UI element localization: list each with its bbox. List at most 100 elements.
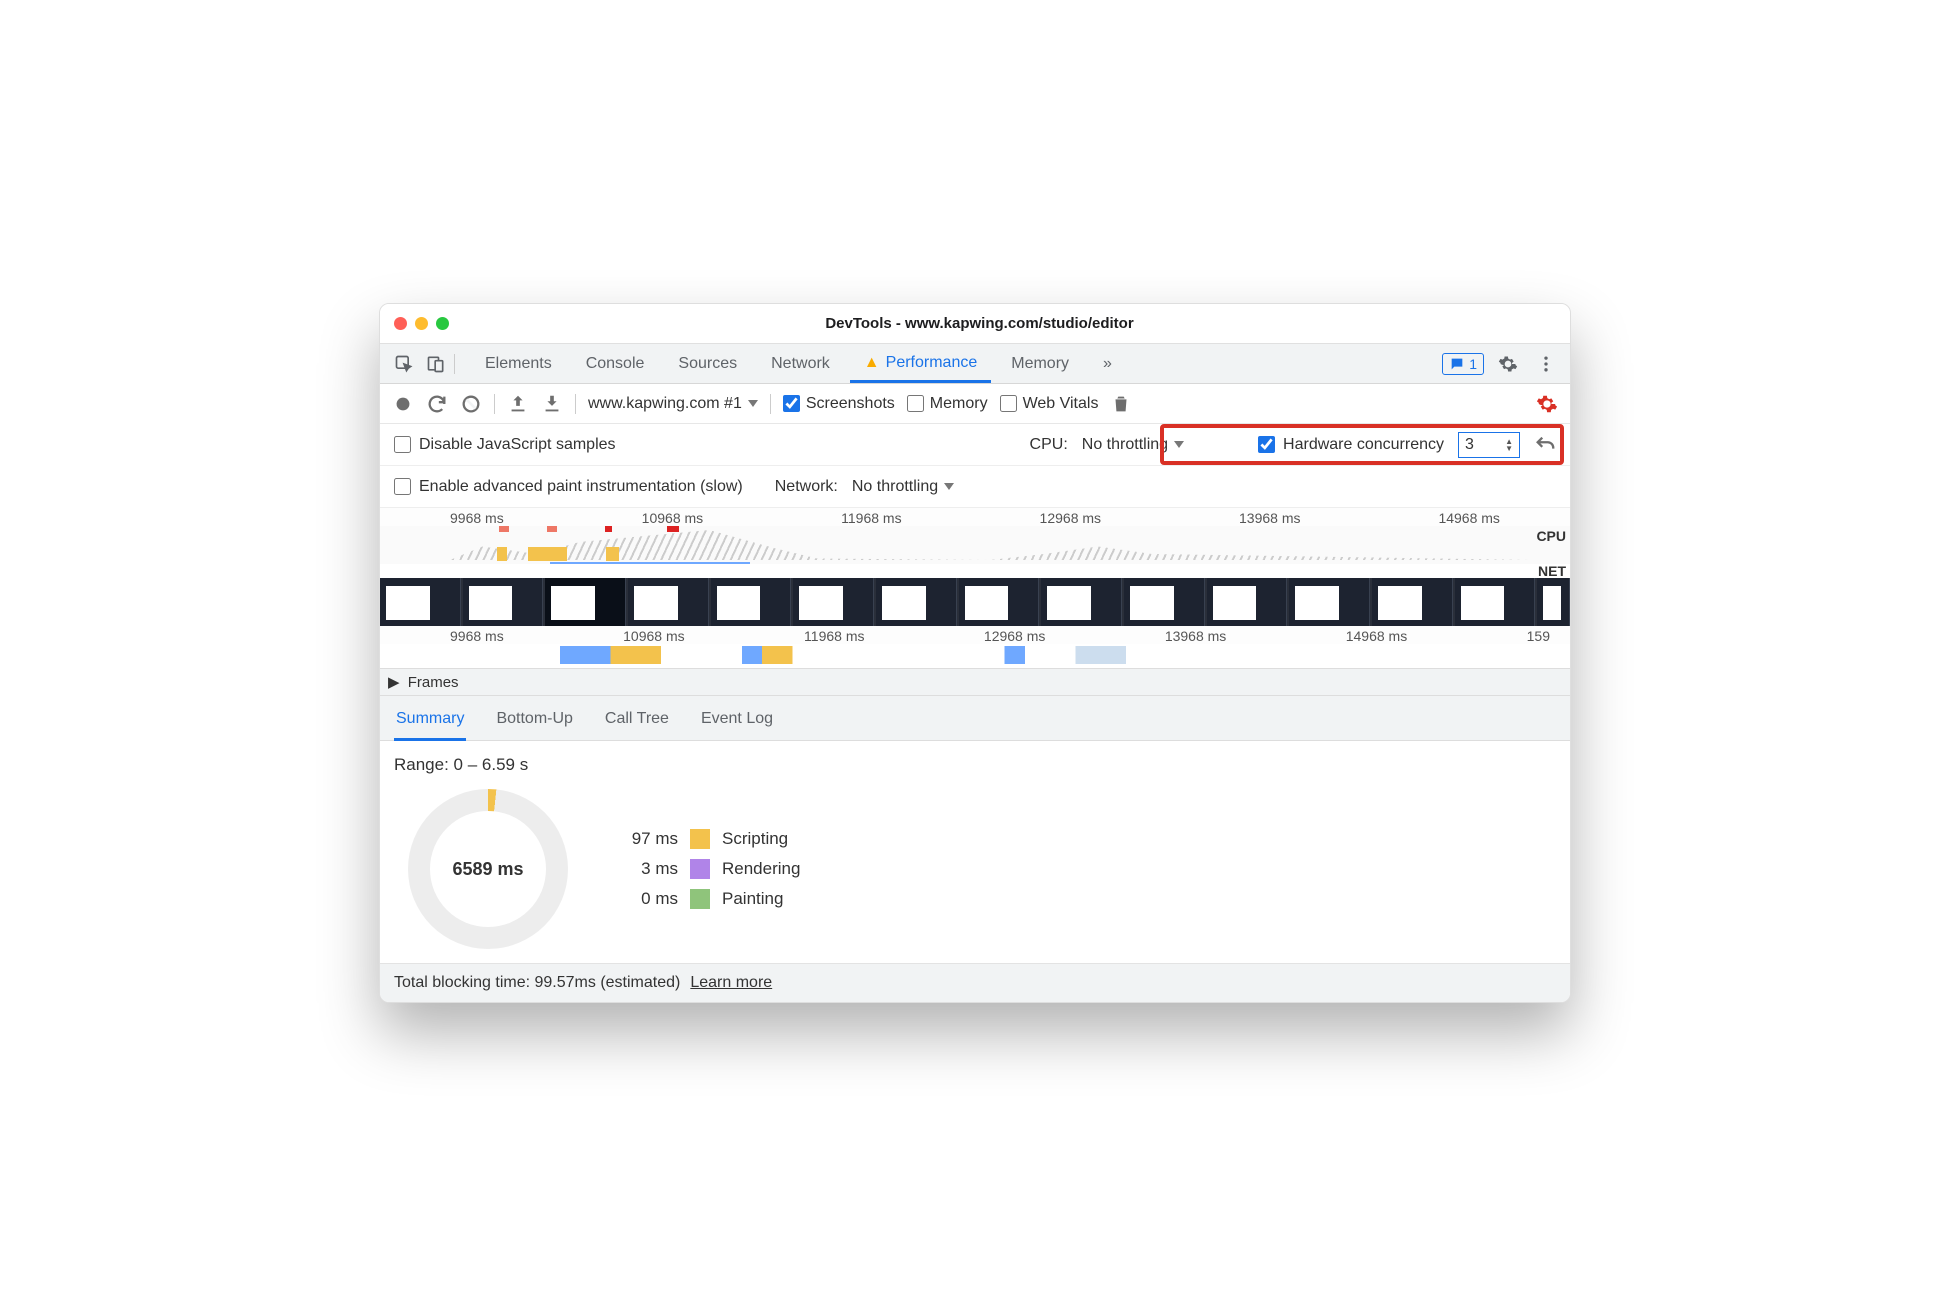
details-tabs: Summary Bottom-Up Call Tree Event Log: [380, 696, 1570, 741]
filmstrip-frame[interactable]: [1041, 578, 1122, 626]
tab-network[interactable]: Network: [757, 346, 844, 382]
minimize-window-icon[interactable]: [415, 317, 428, 330]
settings-gear-icon[interactable]: [1494, 350, 1522, 378]
network-throttle-select[interactable]: No throttling: [852, 478, 954, 496]
advanced-paint-checkbox[interactable]: Enable advanced paint instrumentation (s…: [394, 478, 743, 496]
issues-count: 1: [1469, 356, 1477, 372]
filmstrip-frame[interactable]: [1537, 578, 1570, 626]
cpu-throttle-label: CPU:: [1030, 436, 1068, 454]
traffic-lights: [394, 317, 449, 330]
summary-panel: Range: 0 – 6.59 s 6589 ms 97 ms Scriptin…: [380, 741, 1570, 963]
capture-settings-row-1: Disable JavaScript samples CPU: No throt…: [380, 424, 1570, 466]
chevron-down-icon: [748, 400, 758, 407]
tab-elements[interactable]: Elements: [471, 346, 566, 382]
status-bar: Total blocking time: 99.57ms (estimated)…: [380, 963, 1570, 1002]
flamechart-tracks[interactable]: [380, 644, 1570, 668]
filmstrip-frame[interactable]: [1207, 578, 1288, 626]
summary-legend: 97 ms Scripting 3 ms Rendering 0 ms Pain…: [618, 829, 800, 909]
stepper-arrows-icon[interactable]: ▲▼: [1505, 438, 1513, 452]
titlebar: DevTools - www.kapwing.com/studio/editor: [380, 304, 1570, 344]
swatch-icon: [690, 859, 710, 879]
separator: [494, 394, 495, 414]
tab-performance[interactable]: ▲ Performance: [850, 346, 991, 383]
filmstrip-frame[interactable]: [545, 578, 626, 626]
chevron-down-icon: [944, 483, 954, 490]
webvitals-checkbox[interactable]: Web Vitals: [1000, 395, 1099, 413]
close-window-icon[interactable]: [394, 317, 407, 330]
record-icon[interactable]: [392, 393, 414, 415]
legend-row-scripting: 97 ms Scripting: [618, 829, 800, 849]
issues-badge[interactable]: 1: [1442, 353, 1484, 375]
filmstrip-frame[interactable]: [1372, 578, 1453, 626]
overview-net-lane: NET: [380, 564, 1570, 578]
clear-icon[interactable]: [460, 393, 482, 415]
capture-settings-row-2: Enable advanced paint instrumentation (s…: [380, 466, 1570, 508]
range-label: Range: 0 – 6.59 s: [394, 755, 1556, 775]
filmstrip-frame[interactable]: [628, 578, 709, 626]
target-select-label: www.kapwing.com #1: [588, 395, 742, 413]
filmstrip-frame[interactable]: [876, 578, 957, 626]
trash-icon[interactable]: [1110, 393, 1132, 415]
filmstrip-frame[interactable]: [711, 578, 792, 626]
capture-settings-gear-icon[interactable]: [1536, 393, 1558, 415]
frames-track-header[interactable]: ▶ Frames: [380, 668, 1570, 695]
cpu-lane-label: CPU: [1536, 528, 1566, 544]
chevron-down-icon: [1174, 441, 1184, 448]
net-lane-label: NET: [1538, 563, 1566, 579]
screenshots-checkbox[interactable]: Screenshots: [783, 395, 895, 413]
filmstrip-frame[interactable]: [1455, 578, 1536, 626]
tab-console[interactable]: Console: [572, 346, 659, 382]
expand-icon: ▶: [388, 673, 400, 691]
more-menu-icon[interactable]: [1532, 350, 1560, 378]
network-throttle-label: Network:: [775, 478, 838, 496]
separator: [770, 394, 771, 414]
legend-row-rendering: 3 ms Rendering: [618, 859, 800, 879]
perf-toolbar: www.kapwing.com #1 Screenshots Memory We…: [380, 384, 1570, 424]
panel-tabs: Elements Console Sources Network ▲ Perfo…: [471, 346, 1126, 382]
total-blocking-time: Total blocking time: 99.57ms (estimated): [394, 974, 680, 992]
filmstrip-frame[interactable]: [380, 578, 461, 626]
learn-more-link[interactable]: Learn more: [690, 974, 772, 992]
tab-summary[interactable]: Summary: [394, 704, 466, 741]
swatch-icon: [690, 829, 710, 849]
disable-js-samples-checkbox[interactable]: Disable JavaScript samples: [394, 436, 616, 454]
warning-icon: ▲: [864, 354, 880, 372]
swatch-icon: [690, 889, 710, 909]
hardware-concurrency-input[interactable]: 3 ▲▼: [1458, 432, 1520, 458]
reload-record-icon[interactable]: [426, 393, 448, 415]
device-toggle-icon[interactable]: [422, 350, 450, 378]
overview-time-axis: 9968 ms 10968 ms 11968 ms 12968 ms 13968…: [380, 508, 1570, 526]
summary-donut-chart: 6589 ms: [408, 789, 568, 949]
tab-performance-label: Performance: [886, 354, 978, 372]
separator: [575, 394, 576, 414]
tabs-overflow-icon[interactable]: »: [1089, 346, 1126, 382]
separator: [454, 354, 455, 374]
zoom-window-icon[interactable]: [436, 317, 449, 330]
cpu-throttle-select[interactable]: No throttling: [1082, 436, 1184, 454]
panel-tabs-bar: Elements Console Sources Network ▲ Perfo…: [380, 344, 1570, 384]
tab-bottom-up[interactable]: Bottom-Up: [494, 704, 574, 740]
memory-checkbox[interactable]: Memory: [907, 395, 988, 413]
devtools-window: DevTools - www.kapwing.com/studio/editor…: [379, 303, 1571, 1003]
timeline-overview[interactable]: 9968 ms 10968 ms 11968 ms 12968 ms 13968…: [380, 508, 1570, 696]
flamechart-time-axis: 9968 ms 10968 ms 11968 ms 12968 ms 13968…: [380, 626, 1570, 644]
legend-row-painting: 0 ms Painting: [618, 889, 800, 909]
download-profile-icon[interactable]: [541, 393, 563, 415]
filmstrip-frame[interactable]: [959, 578, 1040, 626]
reset-concurrency-icon[interactable]: [1534, 434, 1556, 456]
target-select[interactable]: www.kapwing.com #1: [588, 395, 758, 413]
tab-sources[interactable]: Sources: [664, 346, 751, 382]
filmstrip-frame[interactable]: [1289, 578, 1370, 626]
tab-memory[interactable]: Memory: [997, 346, 1083, 382]
filmstrip-frame[interactable]: [1124, 578, 1205, 626]
filmstrip-frame[interactable]: [463, 578, 544, 626]
hardware-concurrency-checkbox[interactable]: Hardware concurrency: [1258, 436, 1444, 454]
inspect-element-icon[interactable]: [390, 350, 418, 378]
window-title: DevTools - www.kapwing.com/studio/editor: [449, 315, 1510, 332]
tab-call-tree[interactable]: Call Tree: [603, 704, 671, 740]
tab-event-log[interactable]: Event Log: [699, 704, 775, 740]
upload-profile-icon[interactable]: [507, 393, 529, 415]
overview-cpu-lane: CPU: [380, 526, 1570, 564]
filmstrip[interactable]: [380, 578, 1570, 626]
filmstrip-frame[interactable]: [793, 578, 874, 626]
